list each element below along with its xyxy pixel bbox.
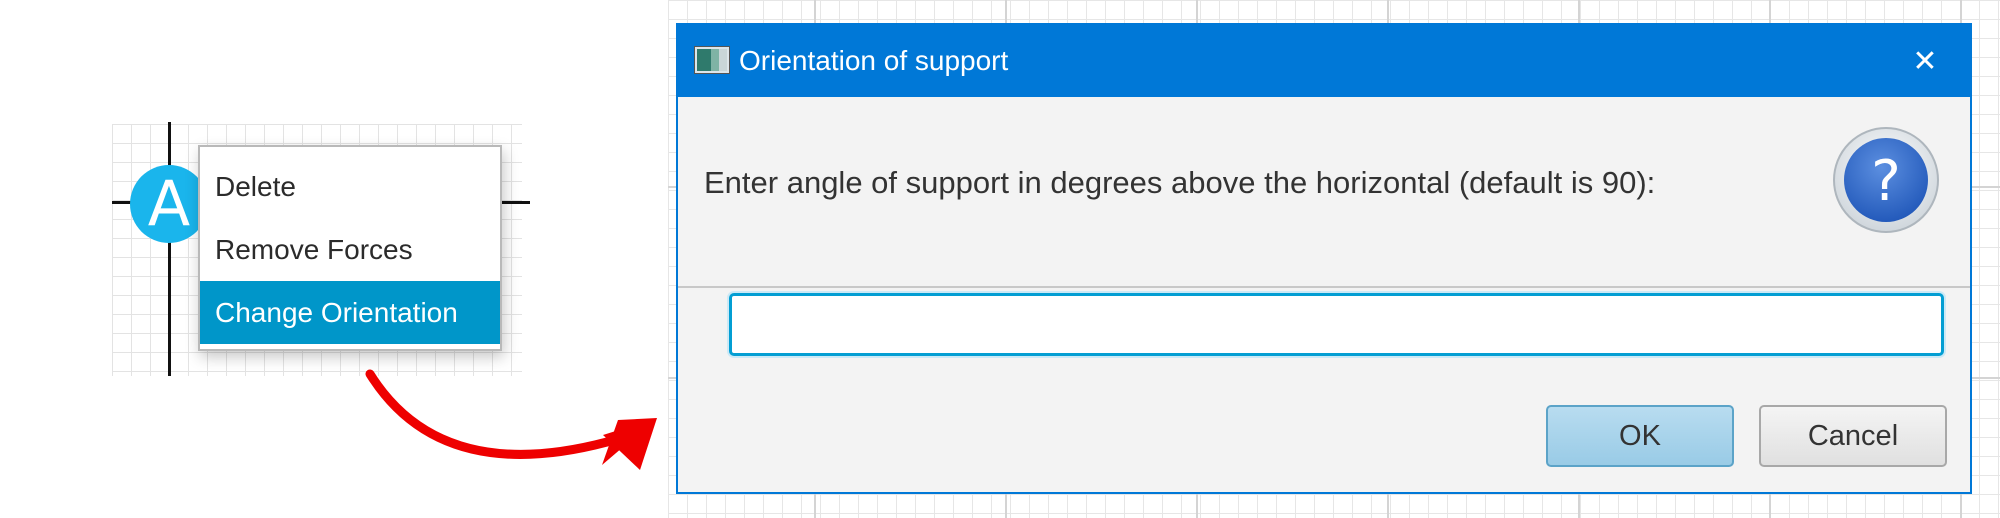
orientation-dialog: Orientation of support ✕ Enter angle of … <box>676 23 1972 494</box>
cancel-button[interactable]: Cancel <box>1759 405 1947 467</box>
angle-input[interactable] <box>729 293 1944 356</box>
dialog-header-panel: Enter angle of support in degrees above … <box>678 97 1970 288</box>
window-app-icon <box>694 46 730 74</box>
dialog-title: Orientation of support <box>739 45 1009 76</box>
close-button[interactable]: ✕ <box>1880 25 1970 97</box>
ok-button[interactable]: OK <box>1546 405 1734 467</box>
close-icon: ✕ <box>1912 44 1938 78</box>
question-glyph: ? <box>1871 149 1901 214</box>
question-icon: ? <box>1833 127 1939 233</box>
dialog-message: Enter angle of support in degrees above … <box>704 165 1656 200</box>
dialog-titlebar[interactable]: Orientation of support ✕ <box>678 25 1970 97</box>
